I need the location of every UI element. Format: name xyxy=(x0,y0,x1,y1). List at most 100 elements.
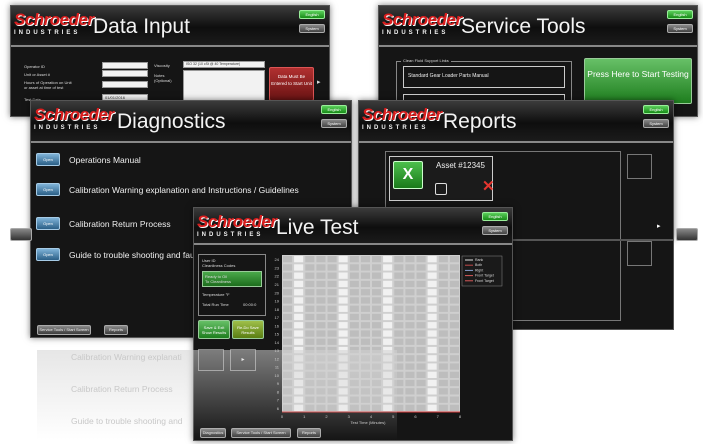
redo-save-button[interactable]: Re-Do Save Results xyxy=(232,320,264,339)
open-button-1[interactable]: Open xyxy=(36,153,60,166)
grid-cell xyxy=(372,264,382,271)
y-tick-label: 16 xyxy=(275,323,280,328)
grid-cell xyxy=(349,289,359,296)
language-button[interactable]: English xyxy=(643,105,669,114)
grid-cell xyxy=(316,338,326,345)
parts-manual-link[interactable]: Standard Gear Loader Parts Manual xyxy=(403,66,565,88)
language-button[interactable]: English xyxy=(482,212,508,221)
grid-cell xyxy=(394,338,404,345)
start-testing-button[interactable]: Press Here to Start Testing xyxy=(584,58,692,104)
grid-cell xyxy=(405,371,415,378)
reports-button[interactable]: Reports xyxy=(104,325,128,335)
grid-cell xyxy=(427,305,437,312)
window-title: Reports xyxy=(443,110,517,133)
grid-cell xyxy=(427,388,437,395)
diagnostics-item-1[interactable]: Operations Manual xyxy=(69,155,141,165)
grid-cell xyxy=(449,280,459,288)
grid-cell xyxy=(383,322,393,329)
grid-cell xyxy=(416,289,426,296)
grid-cell xyxy=(383,330,393,337)
grid-cell xyxy=(438,363,448,370)
grid-cell xyxy=(405,396,415,403)
grid-cell xyxy=(305,297,315,304)
grid-cell xyxy=(394,297,404,304)
cleanliness-label: Cleanliness Codes xyxy=(202,263,236,268)
save-exit-button[interactable]: Save & Exit Show Results xyxy=(198,320,230,339)
grid-cell xyxy=(449,404,459,411)
grid-cell xyxy=(294,280,304,288)
system-button[interactable]: System xyxy=(321,119,347,128)
grid-cell xyxy=(438,355,448,362)
grid-cell xyxy=(327,330,337,337)
language-button[interactable]: English xyxy=(667,10,693,19)
y-tick-label: 22 xyxy=(275,274,280,279)
grid-cell xyxy=(360,330,370,337)
total-run-label: Total Run Time xyxy=(202,302,229,307)
side-box-top xyxy=(627,154,652,179)
grid-cell xyxy=(316,272,326,279)
grid-cell xyxy=(305,322,315,329)
grid-cell xyxy=(405,256,415,263)
grid-cell xyxy=(294,313,304,321)
grid-cell xyxy=(449,313,459,321)
report-entry[interactable]: X Asset #12345 ✕ xyxy=(389,156,495,201)
reflection-item-1: Calibration Warning explanati xyxy=(71,352,182,362)
grid-cell xyxy=(438,305,448,312)
legend-label: Rank xyxy=(475,258,483,262)
grid-cell xyxy=(305,256,315,263)
notes-label-2: (Optional) xyxy=(154,78,172,83)
grid-cell xyxy=(338,297,348,304)
open-button-3[interactable]: Open xyxy=(36,217,60,230)
system-button[interactable]: System xyxy=(299,24,325,33)
temperature-label: Temperature °F xyxy=(202,292,230,297)
open-button-4[interactable]: Open xyxy=(36,248,60,261)
service-tools-start-button[interactable]: Service Tools / Start Screen xyxy=(37,325,91,335)
grid-cell xyxy=(283,256,293,263)
legend-label: Right xyxy=(475,268,483,272)
grid-cell xyxy=(449,396,459,403)
y-tick-label: 21 xyxy=(275,282,280,287)
hours-field[interactable] xyxy=(102,81,148,88)
grid-cell xyxy=(405,404,415,411)
system-button[interactable]: System xyxy=(482,226,508,235)
viscosity-select[interactable]: ISO 32 (10 cSt @ 40 Temperature) xyxy=(183,61,265,68)
grid-cell xyxy=(338,289,348,296)
select-checkbox[interactable] xyxy=(435,183,447,195)
grid-cell xyxy=(427,322,437,329)
grid-cell xyxy=(360,313,370,321)
diagnostics-item-4[interactable]: Guide to trouble shooting and fau xyxy=(69,250,195,260)
grid-cell xyxy=(316,322,326,329)
grid-cell xyxy=(416,330,426,337)
delete-icon[interactable]: ✕ xyxy=(482,179,495,195)
grid-cell xyxy=(449,322,459,329)
system-button[interactable]: System xyxy=(667,24,693,33)
grid-cell xyxy=(338,313,348,321)
grid-cell xyxy=(360,264,370,271)
diagnostics-item-3[interactable]: Calibration Return Process xyxy=(69,219,171,229)
diagnostics-item-2[interactable]: Calibration Warning explanation and Inst… xyxy=(69,185,299,195)
language-button[interactable]: English xyxy=(299,10,325,19)
legend-label: Both xyxy=(475,263,482,267)
system-button[interactable]: System xyxy=(643,119,669,128)
unit-asset-field[interactable] xyxy=(102,70,148,77)
grid-cell xyxy=(383,297,393,304)
language-button[interactable]: English xyxy=(321,105,347,114)
grid-cell xyxy=(372,313,382,321)
operator-id-field[interactable] xyxy=(102,62,148,69)
reflection-item-2: Calibration Return Process xyxy=(71,384,173,394)
grid-cell xyxy=(360,289,370,296)
grid-cell xyxy=(327,338,337,345)
grid-cell xyxy=(360,297,370,304)
grid-cell xyxy=(427,371,437,378)
grid-cell xyxy=(305,305,315,312)
start-testing-label: Press Here to Start Testing xyxy=(587,69,689,79)
grid-cell xyxy=(338,256,348,263)
grid-cell xyxy=(383,289,393,296)
grid-cell xyxy=(338,338,348,345)
open-button-2[interactable]: Open xyxy=(36,183,60,196)
grid-cell xyxy=(427,280,437,288)
grid-cell xyxy=(427,272,437,279)
grid-cell xyxy=(305,313,315,321)
grid-cell xyxy=(405,289,415,296)
grid-cell xyxy=(427,338,437,345)
